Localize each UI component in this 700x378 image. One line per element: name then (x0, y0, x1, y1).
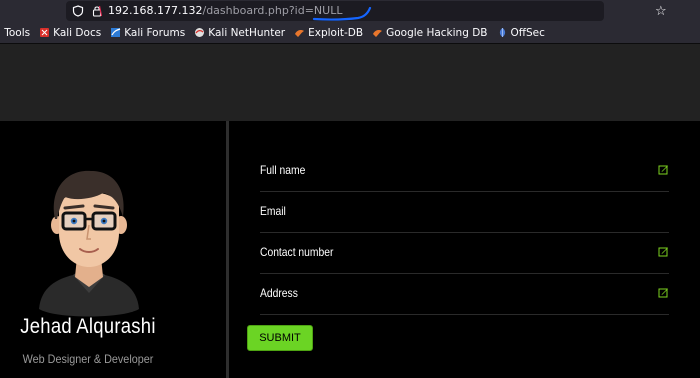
offsec-icon (499, 28, 505, 37)
field-row-contact-number: Contact number (260, 233, 669, 274)
submit-button[interactable]: SUBMIT (247, 325, 313, 351)
field-row-address: Address (260, 274, 669, 315)
vertical-divider (226, 121, 229, 378)
edit-icon[interactable] (658, 164, 669, 175)
bookmark-label: OffSec (510, 26, 545, 39)
annotation-underline (312, 7, 372, 21)
kali-forums-icon (111, 28, 121, 37)
address-bar[interactable]: 192.168.177.132/dashboard.php?id=NULL ☆ (66, 1, 667, 21)
google-hacking-db-icon (373, 30, 383, 37)
lock-icon[interactable] (92, 5, 102, 17)
profile-role: Web Designer & Developer (22, 352, 154, 366)
bookmark-kali-docs[interactable]: Kali Docs (39, 27, 101, 39)
field-row-email: Email (260, 192, 669, 233)
url-host: 192.168.177.132 (108, 4, 203, 17)
bookmark-label: Kali NetHunter (208, 26, 286, 39)
kali-docs-icon (40, 28, 50, 37)
field-row-full-name: Full name (260, 151, 669, 192)
bookmark-star-icon[interactable]: ☆ (655, 4, 667, 17)
bookmark-label: Kali Forums (124, 26, 186, 39)
page-header (0, 44, 700, 121)
url-text[interactable]: 192.168.177.132/dashboard.php?id=NULL (108, 4, 342, 17)
profile-name: Jehad Alqurashi (20, 315, 156, 338)
bookmark-label: i Tools (0, 26, 31, 39)
bookmark-kali-nethunter[interactable]: Kali NetHunter (194, 27, 285, 39)
edit-icon[interactable] (658, 246, 669, 257)
shield-icon[interactable] (72, 5, 84, 17)
exploit-db-icon (295, 30, 305, 37)
field-label-email: Email (260, 204, 286, 218)
bookmark-label: Exploit-DB (308, 26, 364, 39)
profile-page: Jehad Alqurashi Web Designer & Developer… (0, 121, 700, 378)
field-label-address: Address (260, 286, 298, 300)
bookmark-offsec[interactable]: OffSec (497, 27, 545, 39)
bookmark-tools[interactable]: i Tools (0, 27, 30, 39)
avatar (39, 170, 139, 317)
bookmark-exploit-db[interactable]: Exploit-DB (294, 27, 363, 39)
field-label-contact-number: Contact number (260, 245, 334, 259)
edit-icon[interactable] (658, 287, 669, 298)
field-label-full-name: Full name (260, 163, 306, 177)
bookmark-google-hacking-db[interactable]: Google Hacking DB (372, 26, 488, 39)
browser-toolbar: 192.168.177.132/dashboard.php?id=NULL ☆ (0, 0, 700, 22)
bookmark-kali-forums[interactable]: Kali Forums (110, 27, 185, 39)
bookmark-label: Kali Docs (53, 26, 102, 39)
bookmark-label: Google Hacking DB (386, 26, 488, 39)
kali-nethunter-icon (195, 28, 205, 37)
bookmarks-toolbar: i Tools Kali Docs Kali Forums Kali NetHu… (0, 22, 700, 44)
